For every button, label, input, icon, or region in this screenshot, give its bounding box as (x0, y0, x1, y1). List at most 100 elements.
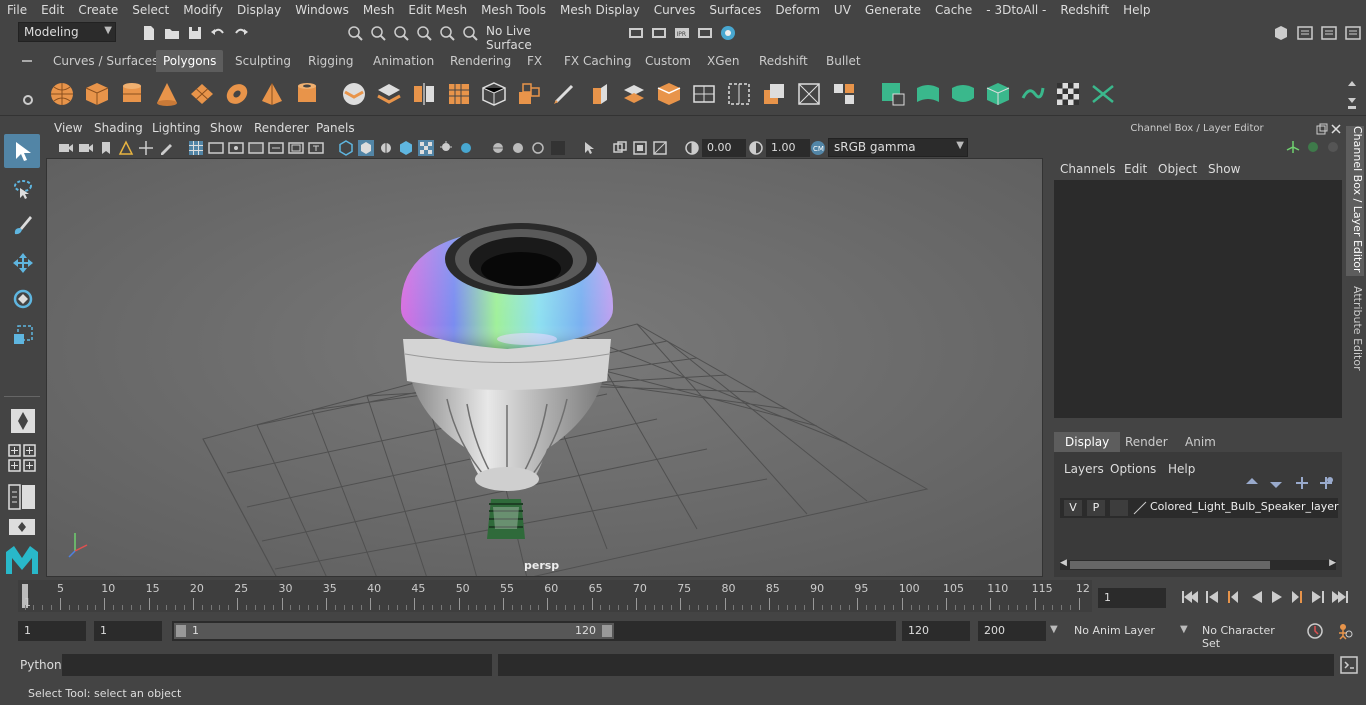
resolution-gate-icon[interactable] (228, 140, 244, 156)
shelf-menu-icon[interactable] (20, 55, 34, 67)
layer-tab-display[interactable]: Display (1054, 432, 1121, 452)
backface-culling-icon[interactable] (652, 140, 668, 156)
wireframe-icon[interactable] (338, 140, 354, 156)
remesh-icon[interactable] (480, 80, 508, 108)
xray-joints-icon[interactable] (632, 140, 648, 156)
script-editor-icon[interactable] (1340, 656, 1358, 674)
channel-box-icon[interactable] (1286, 140, 1300, 154)
show-menu[interactable]: Show (1208, 162, 1240, 176)
tab-channel-box-layer-editor[interactable]: Channel Box / Layer Editor (1346, 126, 1364, 276)
exposure-field[interactable]: 0.00 (702, 139, 746, 157)
tab-animation[interactable]: Animation (366, 50, 441, 72)
safe-title-icon[interactable] (308, 140, 324, 156)
field-chart-icon[interactable] (268, 140, 284, 156)
tab-bullet[interactable]: Bullet (819, 50, 868, 72)
tab-curves-surfaces[interactable]: Curves / Surfaces (46, 50, 165, 72)
layer-row[interactable]: V P Colored_Light_Bulb_Speaker_layer (1060, 498, 1339, 518)
menu-curves[interactable]: Curves (647, 3, 703, 17)
spherical-uv-icon[interactable] (949, 80, 977, 108)
depth-of-field-icon[interactable] (530, 140, 546, 156)
bookmark-icon[interactable] (98, 140, 114, 156)
menu-edit-mesh[interactable]: Edit Mesh (401, 3, 474, 17)
new-layer-selected-icon[interactable] (1318, 476, 1334, 490)
channels-menu[interactable]: Channels (1060, 162, 1116, 176)
tab-fx[interactable]: FX (520, 50, 549, 72)
panel-menu-lighting[interactable]: Lighting (152, 121, 201, 135)
menu-redshift[interactable]: Redshift (1053, 3, 1116, 17)
smooth-shade-icon[interactable] (358, 140, 374, 156)
time-slider[interactable]: 1 5 10 15 20 25 30 35 40 45 50 55 60 65 70 75 80 85 90 95 1… (18, 580, 1092, 612)
gamma-icon[interactable] (748, 140, 764, 156)
command-input[interactable] (62, 654, 492, 676)
persp-viewport[interactable]: persp (46, 158, 1043, 577)
undo-icon[interactable] (209, 24, 227, 42)
camera-attributes-icon[interactable] (78, 140, 94, 156)
script-language-label[interactable]: Python (20, 658, 62, 672)
mirror-icon[interactable] (410, 80, 438, 108)
poly-torus-icon[interactable] (223, 80, 251, 108)
shelf-settings-icon[interactable] (20, 92, 36, 108)
boolean-icon[interactable] (760, 80, 788, 108)
menu-edit[interactable]: Edit (34, 3, 71, 17)
poly-cone-icon[interactable] (153, 80, 181, 108)
menu-generate[interactable]: Generate (858, 3, 928, 17)
outliner-persp-icon[interactable] (8, 518, 36, 536)
layer-name[interactable]: Colored_Light_Bulb_Speaker_layer (1150, 500, 1339, 513)
layer-tab-render[interactable]: Render (1114, 432, 1179, 452)
safe-action-icon[interactable] (288, 140, 304, 156)
cut-uv-icon[interactable] (1089, 80, 1117, 108)
edit-menu[interactable]: Edit (1124, 162, 1147, 176)
target-weld-icon[interactable] (795, 80, 823, 108)
step-back-icon[interactable] (1206, 591, 1218, 603)
paint-select-tool[interactable] (4, 208, 40, 242)
tab-custom[interactable]: Custom (638, 50, 698, 72)
menu-help[interactable]: Help (1116, 3, 1157, 17)
ipr-render-icon[interactable]: IPR (673, 24, 691, 42)
help-menu[interactable]: Help (1168, 462, 1195, 476)
menu-file[interactable]: File (0, 3, 34, 17)
character-set-select[interactable]: No Character Set (1196, 621, 1300, 650)
toggle-attribute-editor-icon[interactable] (1296, 24, 1314, 42)
render-view-icon[interactable] (627, 24, 645, 42)
poly-pipe-icon[interactable] (293, 80, 321, 108)
combine-icon[interactable] (340, 80, 368, 108)
snap-point-icon[interactable] (461, 24, 479, 42)
planar-uv-icon[interactable] (879, 80, 907, 108)
scale-tool[interactable] (4, 318, 40, 352)
float-panel-icon[interactable] (1316, 123, 1328, 135)
animation-end-field[interactable]: 200 (978, 621, 1046, 641)
tab-redshift[interactable]: Redshift (752, 50, 815, 72)
menu-surfaces[interactable]: Surfaces (702, 3, 768, 17)
exposure-icon[interactable] (684, 140, 700, 156)
menu-mesh-display[interactable]: Mesh Display (553, 3, 647, 17)
layer-visibility-toggle[interactable]: V (1064, 500, 1082, 516)
layer-display-type-toggle[interactable] (1110, 500, 1128, 516)
isolate-select-icon[interactable] (550, 140, 566, 156)
poly-cube-icon[interactable] (83, 80, 111, 108)
rotate-tool[interactable] (4, 282, 40, 316)
image-plane-icon[interactable] (118, 140, 134, 156)
tab-rigging[interactable]: Rigging (301, 50, 360, 72)
new-scene-icon[interactable] (140, 24, 158, 42)
range-slider[interactable]: 1 120 (172, 621, 896, 641)
poly-plane-icon[interactable] (188, 80, 216, 108)
panel-menu-renderer[interactable]: Renderer (254, 121, 309, 135)
viewport-scene[interactable] (47, 159, 1043, 577)
scroll-left-icon[interactable]: ◀ (1060, 558, 1067, 568)
fill-hole-icon[interactable] (690, 80, 718, 108)
layer-tab-anim[interactable]: Anim (1174, 432, 1227, 452)
lasso-tool[interactable] (4, 172, 40, 206)
step-back-key-icon[interactable] (1228, 591, 1238, 603)
2d-pan-zoom-icon[interactable] (138, 140, 154, 156)
toggle-channel-box-icon[interactable] (1344, 24, 1362, 42)
uv-checker-icon[interactable] (1054, 80, 1082, 108)
layer-editor-toggle-icon[interactable] (1306, 140, 1320, 154)
panel-menu-shading[interactable]: Shading (94, 121, 143, 135)
playback-end-field[interactable]: 120 (902, 621, 970, 641)
bridge-icon[interactable] (620, 80, 648, 108)
render-settings-icon[interactable] (696, 24, 714, 42)
layout-two-panes-icon[interactable] (8, 484, 36, 510)
poly-sphere-icon[interactable] (48, 80, 76, 108)
textured-icon[interactable] (398, 140, 414, 156)
shadows-icon[interactable] (438, 140, 454, 156)
